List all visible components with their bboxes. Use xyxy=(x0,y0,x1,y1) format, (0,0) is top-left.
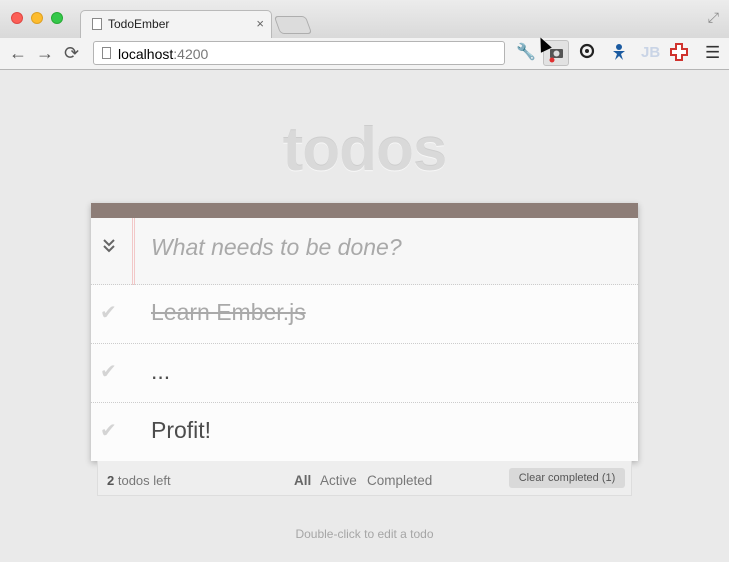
toggle-all-chevron-icon[interactable] xyxy=(102,238,116,258)
window-minimize-button[interactable] xyxy=(31,12,43,24)
window-maximize-button[interactable] xyxy=(51,12,63,24)
info-text: Double-click to edit a todo xyxy=(295,527,434,541)
filter-active-link[interactable]: Active xyxy=(320,473,357,488)
forward-button[interactable]: → xyxy=(36,43,54,63)
todo-label[interactable]: Learn Ember.js xyxy=(151,299,306,326)
sync-icon[interactable] xyxy=(579,43,595,65)
address-url: localhost:4200 xyxy=(118,46,208,62)
page-icon xyxy=(92,18,102,30)
filter-all-link[interactable]: All xyxy=(294,473,311,488)
todo-count-text: todos left xyxy=(114,473,171,488)
person-icon[interactable] xyxy=(610,43,628,67)
back-button[interactable]: ← xyxy=(9,43,27,63)
wrench-icon[interactable]: 🔧 xyxy=(516,43,536,63)
todo-footer: 2 todos left All Active Completed Clear … xyxy=(97,461,632,496)
filter-completed-link[interactable]: Completed xyxy=(367,473,432,488)
card-header-bar xyxy=(91,203,638,218)
app-title: todos xyxy=(282,115,448,184)
tab-close-icon[interactable]: × xyxy=(256,16,264,31)
todo-checkbox-check-icon[interactable]: ✔ xyxy=(100,301,117,325)
window-close-button[interactable] xyxy=(11,12,23,24)
page-icon xyxy=(102,47,111,59)
url-host: localhost xyxy=(118,46,174,62)
todo-count: 2 todos left xyxy=(107,473,171,488)
browser-tab[interactable]: TodoEmber × xyxy=(80,10,272,38)
tab-title: TodoEmber xyxy=(108,17,170,31)
todo-checkbox-check-icon[interactable]: ✔ xyxy=(100,360,117,384)
url-port: :4200 xyxy=(173,46,209,62)
todo-checkbox-check-icon[interactable]: ✔ xyxy=(100,419,117,443)
new-tab-button[interactable] xyxy=(273,16,313,34)
new-todo-row xyxy=(91,218,638,285)
todo-item: ✔ ... xyxy=(91,344,638,403)
plus-cross-icon[interactable] xyxy=(670,43,688,67)
reload-button[interactable]: ⟳ xyxy=(64,43,79,63)
clear-completed-button[interactable]: Clear completed (1) xyxy=(509,468,625,488)
todo-label[interactable]: ... xyxy=(151,358,170,385)
todo-label[interactable]: Profit! xyxy=(151,417,211,444)
address-bar[interactable]: localhost:4200 xyxy=(93,41,505,65)
page-content: todos ✔ Learn Ember.js ✔ ... ✔ Profit! 2… xyxy=(0,70,729,562)
todo-card: ✔ Learn Ember.js ✔ ... ✔ Profit! xyxy=(91,203,638,461)
browser-toolbar: ← → ⟳ localhost:4200 🔧 JB ☰ xyxy=(0,38,729,70)
menu-icon[interactable]: ☰ xyxy=(705,43,720,63)
jb-icon[interactable]: JB xyxy=(641,43,660,63)
fullscreen-icon[interactable]: ⤢ xyxy=(708,9,719,26)
new-todo-input[interactable] xyxy=(151,234,621,261)
todo-item: ✔ Learn Ember.js xyxy=(91,285,638,344)
window-titlebar: TodoEmber × ⤢ xyxy=(0,0,729,38)
todo-item: ✔ Profit! xyxy=(91,403,638,461)
